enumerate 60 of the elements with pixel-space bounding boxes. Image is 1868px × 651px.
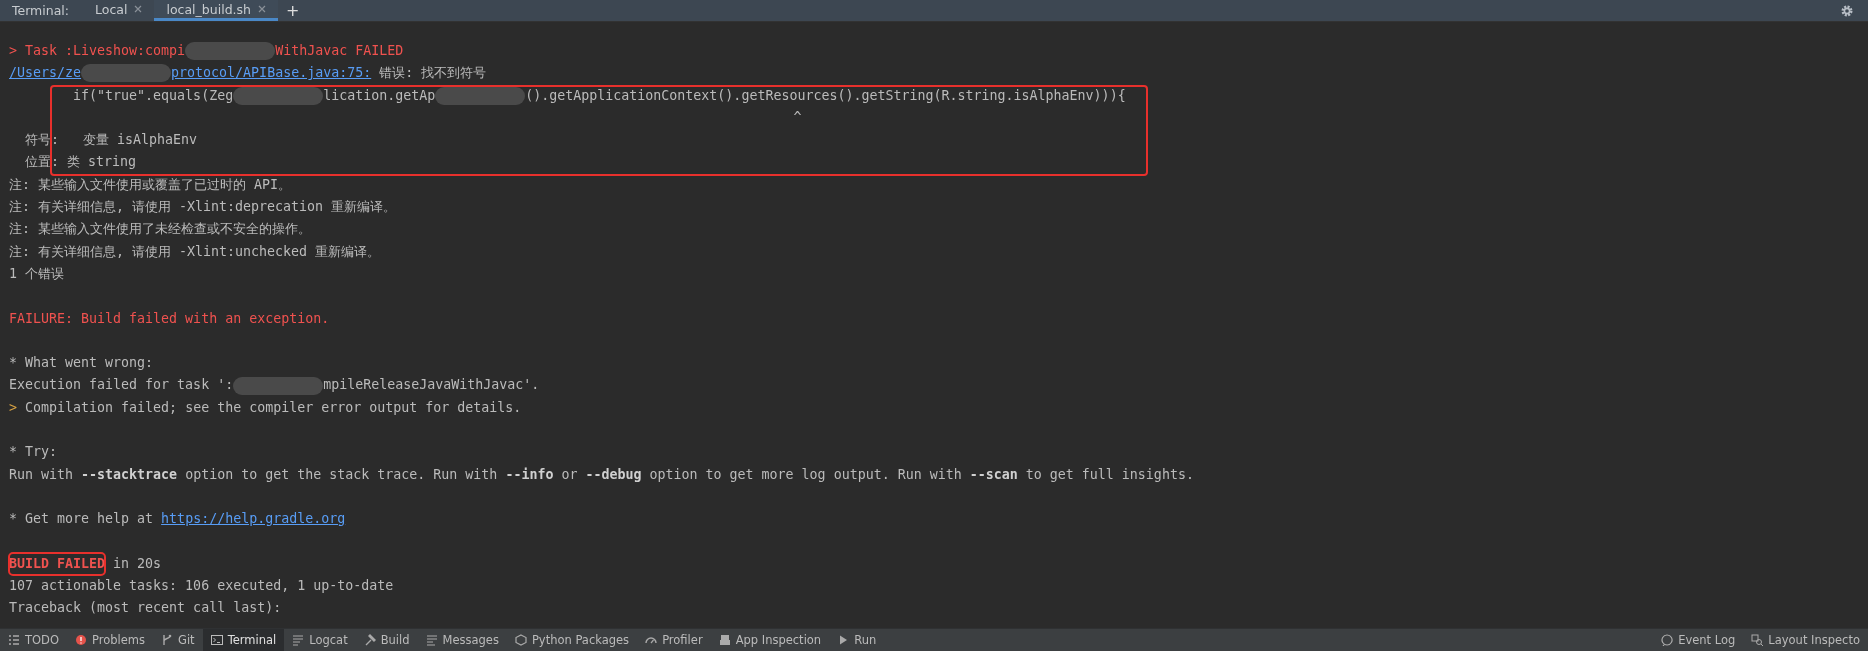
tool-window-button[interactable]: Build: [355, 629, 418, 651]
terminal-icon: [210, 634, 223, 646]
error-text: FAILURE: Build failed with an exception.: [9, 309, 330, 328]
add-tab-button[interactable]: +: [278, 0, 308, 21]
settings-icon: [1840, 3, 1854, 18]
console-text: Execution failed for task ':: [9, 376, 234, 395]
error-icon: [75, 634, 87, 646]
package-icon: [514, 634, 527, 646]
console-text: in 20s: [112, 554, 162, 573]
tool-window-button[interactable]: Messages: [417, 629, 507, 651]
console-text: Run with --stacktrace option to get the stack trace. Run with --info or --debug option to get more log output. Run with --scan to get full insights.: [9, 465, 1194, 484]
terminal-tab[interactable]: local_build.sh: [154, 0, 278, 21]
console-text: 注: 某些输入文件使用或覆盖了已过时的 API。: [9, 175, 292, 194]
tool-window-button[interactable]: App Inspection: [710, 629, 830, 651]
console-text: 位置: 类 string: [24, 153, 137, 172]
tool-window-button[interactable]: Event Log: [1653, 629, 1744, 651]
highlighted-text: BUILD FAILED: [9, 552, 106, 576]
list-icon: [8, 634, 20, 646]
terminal-tab[interactable]: Local: [83, 0, 155, 21]
console-text: 注: 某些输入文件使用了未经检查或不安全的操作。: [9, 220, 311, 239]
tool-window-button[interactable]: Problems: [67, 629, 153, 651]
tool-window-button[interactable]: TODO: [0, 629, 67, 651]
console-text: 注: 有关详细信息, 请使用 -Xlint:deprecation 重新编译。: [9, 198, 397, 217]
console-text: Compilation failed; see the compiler error output for details.: [24, 398, 522, 417]
console-text: ^: [792, 108, 802, 127]
list-icon: [425, 634, 438, 646]
panel-title: Terminal:: [11, 2, 71, 20]
stack-icon: [718, 634, 731, 646]
console-text: ().getApplicationContext().getResources().getString(R.string.isAlphaEnv))){: [525, 86, 1126, 105]
prompt-marker: >: [9, 398, 17, 417]
tool-window-button[interactable]: Run: [829, 629, 885, 651]
tool-window-button[interactable]: Logcat: [284, 629, 356, 651]
console-text: mpileReleaseJavaWithJavac'.: [323, 376, 540, 395]
error-text: WithJavac FAILED: [275, 42, 404, 60]
file-link[interactable]: /Users/ze: [9, 62, 82, 85]
tool-window-button[interactable]: Profiler: [637, 629, 711, 651]
branch-icon: [161, 634, 173, 646]
magnifier-icon: [1751, 634, 1764, 646]
gauge-icon: [645, 634, 658, 646]
log-icon: [292, 634, 305, 646]
console-text: * What went wrong:: [9, 354, 154, 373]
file-link[interactable]: protocol/APIBase.java:75:: [171, 62, 372, 85]
tool-window-button[interactable]: Terminal: [202, 629, 285, 651]
console-text: 符号: 变量 isAlphaEnv: [24, 131, 198, 150]
console-text: 107 actionable tasks: 106 executed, 1 up-to-date: [9, 577, 394, 596]
console-text: 注: 有关详细信息, 请使用 -Xlint:unchecked 重新编译。: [9, 242, 381, 261]
console-text: if("true".equals(Zeg: [72, 86, 234, 105]
console-text: * Try:: [9, 443, 58, 462]
error-text: > Task :Liveshow:compi: [9, 42, 186, 60]
console-text: lication.getAp: [323, 86, 436, 105]
tool-window-button[interactable]: Layout Inspecto: [1743, 629, 1868, 651]
speech-bubble-icon: [1661, 634, 1674, 646]
console-text: * Get more help at: [9, 510, 155, 529]
console-text: 错误: 找不到符号: [378, 64, 487, 83]
console-text: Traceback (most recent call last):: [9, 599, 282, 618]
hammer-icon: [363, 634, 376, 646]
console-text: 1 个错误: [9, 264, 64, 283]
tool-window-button[interactable]: Python Packages: [506, 629, 638, 651]
file-link[interactable]: https://help.gradle.org: [161, 508, 346, 531]
tool-window-button[interactable]: Git: [153, 629, 203, 651]
